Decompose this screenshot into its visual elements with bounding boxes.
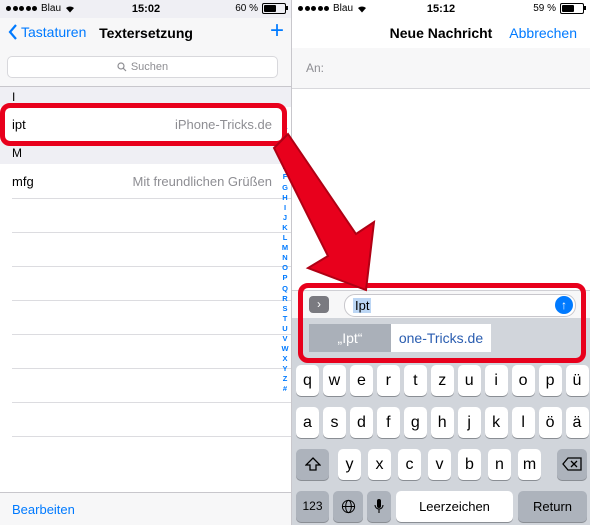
battery-icon [262, 3, 288, 14]
index-letter[interactable]: N [282, 253, 287, 263]
recipient-field[interactable]: An: [292, 48, 590, 89]
replacement-label: Mit freundlichen Grüßen [132, 174, 272, 189]
index-letter[interactable]: Y [282, 364, 287, 374]
phrase-label: mfg [12, 174, 34, 189]
index-letter[interactable]: E [282, 162, 287, 172]
key-f[interactable]: f [376, 407, 400, 438]
index-letter[interactable]: Z [283, 374, 288, 384]
key-m[interactable]: m [518, 449, 541, 480]
messages-screen: Blau 15:12 59 % Neue Nachricht Abbrechen… [292, 0, 590, 525]
index-letter[interactable]: X [282, 354, 287, 364]
index-letter[interactable]: Q [282, 284, 288, 294]
key-d[interactable]: d [349, 407, 373, 438]
globe-key[interactable] [333, 491, 363, 522]
key-j[interactable]: j [457, 407, 481, 438]
index-letter[interactable]: V [282, 334, 287, 344]
section-header: M [0, 143, 292, 163]
key-h[interactable]: h [430, 407, 454, 438]
battery-percent: 59 % [533, 3, 556, 14]
key-g[interactable]: g [403, 407, 427, 438]
globe-icon [341, 499, 355, 514]
index-letter[interactable]: M [282, 243, 288, 253]
key-t[interactable]: t [403, 365, 427, 396]
index-letter[interactable]: G [282, 183, 288, 193]
backspace-icon [562, 457, 582, 471]
key-l[interactable]: l [511, 407, 535, 438]
keyboard: qwertzuiopü asdfghjklöä yxcvbnm 123 Leer… [292, 356, 590, 525]
index-letter[interactable]: R [282, 294, 287, 304]
return-key[interactable]: Return [518, 491, 587, 522]
key-r[interactable]: r [376, 365, 400, 396]
index-letter[interactable]: I [284, 203, 286, 213]
key-u[interactable]: u [457, 365, 481, 396]
highlight-frame [298, 283, 586, 363]
index-letter[interactable]: T [283, 314, 288, 324]
search-placeholder: Suchen [130, 61, 169, 73]
key-x[interactable]: x [368, 449, 391, 480]
index-letter[interactable]: F [283, 172, 288, 182]
key-w[interactable]: w [322, 365, 346, 396]
empty-list-area [0, 198, 292, 493]
index-letter[interactable]: D [282, 152, 287, 162]
status-bar: Blau 15:12 59 % [292, 0, 590, 18]
index-letter[interactable]: # [283, 384, 287, 394]
index-letter[interactable]: H [282, 193, 287, 203]
nav-bar: Neue Nachricht Abbrechen [292, 18, 590, 48]
cancel-button[interactable]: Abbrechen [509, 25, 577, 41]
index-letter[interactable]: J [283, 213, 287, 223]
key-b[interactable]: b [458, 449, 481, 480]
key-y[interactable]: y [338, 449, 361, 480]
key-o[interactable]: o [511, 365, 535, 396]
key-v[interactable]: v [428, 449, 451, 480]
edit-button[interactable]: Bearbeiten [12, 502, 75, 517]
index-letter[interactable]: U [282, 324, 287, 334]
key-i[interactable]: i [484, 365, 508, 396]
index-letter[interactable]: S [282, 304, 287, 314]
index-letter[interactable]: P [282, 273, 287, 283]
battery-percent: 60 % [235, 3, 258, 14]
shift-key[interactable] [296, 449, 329, 480]
key-ü[interactable]: ü [565, 365, 589, 396]
toolbar: Bearbeiten [0, 492, 292, 525]
microphone-icon [374, 499, 384, 513]
recipient-label: An: [306, 61, 325, 75]
search-field[interactable]: Suchen [7, 56, 278, 78]
search-icon [117, 62, 127, 72]
index-letter[interactable]: L [283, 233, 288, 243]
highlight-frame [0, 103, 287, 146]
page-title: Textersetzung [99, 25, 193, 41]
list-item[interactable]: mfg Mit freundlichen Grüßen [0, 164, 292, 198]
settings-screen: Blau 15:02 60 % Tastaturen Textersetzung… [0, 0, 292, 525]
key-a[interactable]: a [296, 407, 319, 438]
status-bar: Blau 15:02 60 % [0, 0, 292, 18]
dictation-key[interactable] [367, 491, 391, 522]
key-n[interactable]: n [488, 449, 511, 480]
add-button[interactable]: + [270, 19, 284, 43]
key-k[interactable]: k [484, 407, 508, 438]
numbers-key[interactable]: 123 [296, 491, 329, 522]
key-p[interactable]: p [538, 365, 562, 396]
index-letter[interactable]: K [282, 223, 287, 233]
search-bar: Suchen [0, 48, 292, 87]
key-q[interactable]: q [296, 365, 319, 396]
index-letter[interactable]: O [282, 263, 288, 273]
delete-key[interactable] [557, 449, 587, 480]
key-s[interactable]: s [322, 407, 346, 438]
shift-icon [303, 457, 322, 471]
section-index[interactable]: A B C D E F G H I J K L M N O P Q R S T U V W X Y Z # [278, 122, 292, 395]
index-letter[interactable]: W [281, 344, 288, 354]
key-ö[interactable]: ö [538, 407, 562, 438]
space-key[interactable]: Leerzeichen [396, 491, 513, 522]
key-c[interactable]: c [398, 449, 421, 480]
nav-bar: Tastaturen Textersetzung + [0, 18, 292, 48]
key-e[interactable]: e [349, 365, 373, 396]
battery-icon [560, 3, 586, 14]
key-z[interactable]: z [430, 365, 454, 396]
key-ä[interactable]: ä [565, 407, 589, 438]
